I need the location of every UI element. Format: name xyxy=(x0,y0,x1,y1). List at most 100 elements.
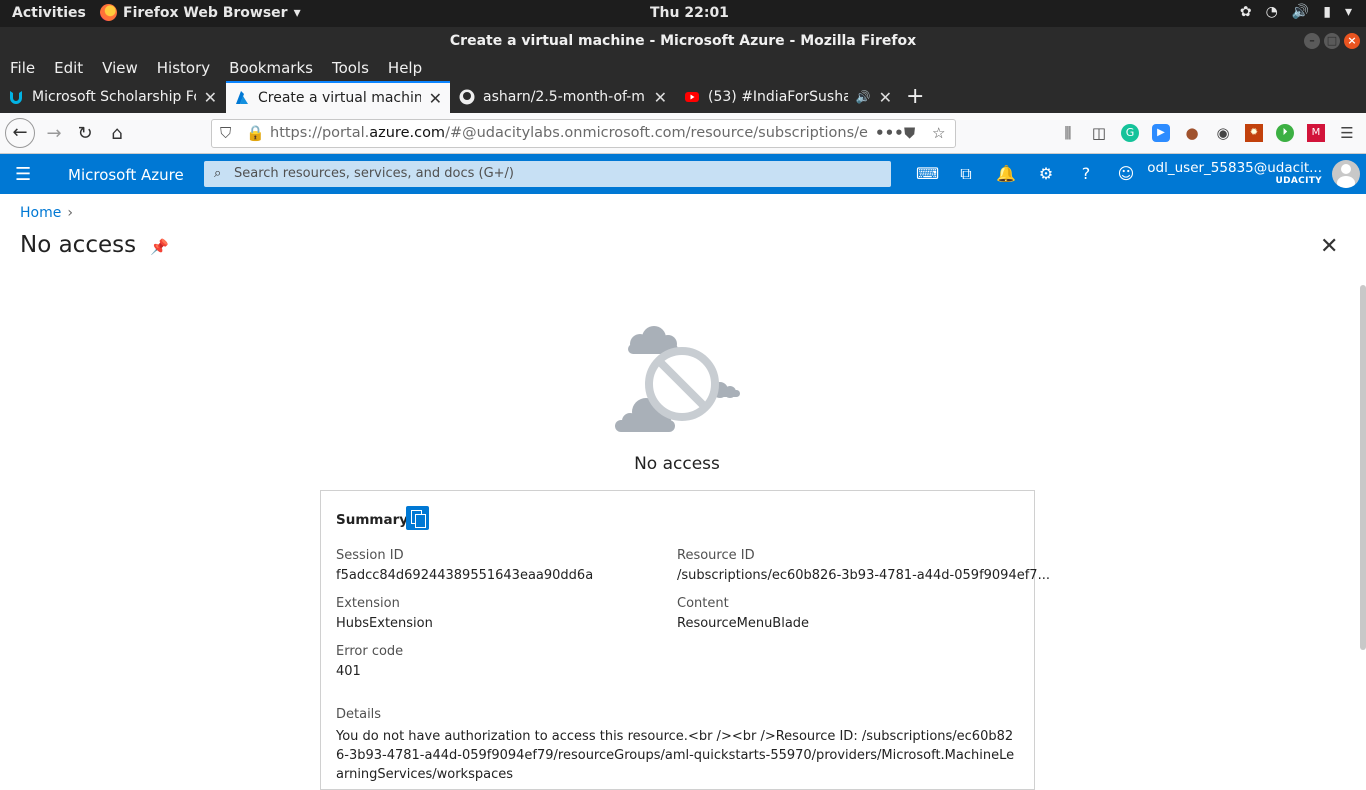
avatar[interactable] xyxy=(1332,160,1360,188)
feedback-smiley-icon[interactable]: ☺ xyxy=(1116,164,1136,184)
details-value: You do not have authorization to access … xyxy=(336,729,1015,782)
settings-gear-icon[interactable]: ⚙ xyxy=(1036,164,1056,184)
breadcrumb: Home › xyxy=(20,205,73,221)
sidebar-icon[interactable]: ◫ xyxy=(1090,124,1108,142)
home-button[interactable]: ⌂ xyxy=(103,120,131,148)
notifications-bell-icon[interactable]: 🔔 xyxy=(996,164,1016,184)
mendeley-icon[interactable]: M xyxy=(1307,124,1325,142)
gnome-top-bar: Activities Firefox Web Browser ▾ Thu 22:… xyxy=(0,0,1366,27)
tab-udacity[interactable]: Microsoft Scholarship Fo ✕ xyxy=(0,81,225,113)
url-bar[interactable]: ⛉ 🔒 https://portal.azure.com/#@udacityla… xyxy=(211,119,956,148)
resource-id-field: Resource ID /subscriptions/ec60b826-3b93… xyxy=(677,548,1050,583)
copy-button[interactable] xyxy=(406,506,429,530)
wifi-icon[interactable]: ◔ xyxy=(1266,4,1278,20)
clock[interactable]: Thu 22:01 xyxy=(650,5,729,21)
tab-strip: Microsoft Scholarship Fo ✕ Create a virt… xyxy=(0,81,1366,113)
menu-help[interactable]: Help xyxy=(388,59,422,77)
bookmark-star-icon[interactable]: ☆ xyxy=(932,120,945,147)
content-label: Content xyxy=(677,596,729,611)
app-menu[interactable]: Firefox Web Browser ▾ xyxy=(100,4,301,21)
close-icon[interactable]: ✕ xyxy=(429,89,442,108)
hamburger-menu-icon[interactable]: ☰ xyxy=(1338,124,1356,142)
portal-brand[interactable]: Microsoft Azure xyxy=(68,166,184,184)
close-icon[interactable]: ✕ xyxy=(654,88,667,107)
search-placeholder: Search resources, services, and docs (G+… xyxy=(234,166,515,181)
account-tenant: UDACITY xyxy=(1275,176,1322,186)
volume-icon[interactable]: 🔊 xyxy=(1292,4,1309,20)
speaker-icon[interactable]: 🔊 xyxy=(856,90,871,104)
lock-icon[interactable]: 🔒 xyxy=(246,120,265,147)
extension-label: Extension xyxy=(336,596,400,611)
search-icon: ⌕ xyxy=(214,166,222,181)
app-menu-label: Firefox Web Browser xyxy=(123,4,288,21)
menu-tools[interactable]: Tools xyxy=(332,59,369,77)
library-icon[interactable]: ⫼ xyxy=(1059,124,1077,142)
tab-github[interactable]: asharn/2.5-month-of-mic ✕ xyxy=(451,81,675,113)
menu-bar: File Edit View History Bookmarks Tools H… xyxy=(0,55,1366,81)
session-id-field: Session ID f5adcc84d69244389551643eaa90d… xyxy=(336,548,593,583)
chevron-down-icon: ▾ xyxy=(293,4,301,21)
system-tray[interactable]: ✿ ◔ 🔊 ▮ ▾ xyxy=(1240,4,1352,20)
close-icon[interactable]: ✕ xyxy=(204,88,217,107)
battery-icon[interactable]: ▮ xyxy=(1323,4,1331,20)
pin-icon[interactable]: 📌 xyxy=(150,238,169,256)
tracking-shield-icon[interactable]: ⛉ xyxy=(220,120,231,147)
grammarly-icon[interactable]: G xyxy=(1121,124,1139,142)
forward-button[interactable]: → xyxy=(40,120,68,148)
extension-icon[interactable]: ✹ xyxy=(1245,124,1263,142)
breadcrumb-home-link[interactable]: Home xyxy=(20,205,61,221)
help-question-icon[interactable]: ? xyxy=(1076,164,1096,184)
no-access-illustration xyxy=(615,326,740,432)
tab-azure[interactable]: Create a virtual machine ✕ xyxy=(226,81,450,113)
chevron-down-icon[interactable]: ▾ xyxy=(1345,4,1352,20)
extension-field: Extension HubsExtension xyxy=(336,596,433,631)
close-window-button[interactable]: × xyxy=(1344,33,1360,49)
back-button[interactable]: ← xyxy=(5,118,35,148)
error-code-label: Error code xyxy=(336,644,404,659)
page-actions-button[interactable]: ••• xyxy=(875,120,904,147)
tab-title: (53) #IndiaForSushant xyxy=(708,89,848,105)
menu-bookmarks[interactable]: Bookmarks xyxy=(229,59,313,77)
timer-extension-icon[interactable]: ⏵ xyxy=(1276,124,1294,142)
session-id-label: Session ID xyxy=(336,548,404,563)
reload-button[interactable]: ↻ xyxy=(71,120,99,148)
cloud-shell-icon[interactable]: ⌨ xyxy=(916,164,939,184)
menu-view[interactable]: View xyxy=(102,59,138,77)
udacity-icon xyxy=(10,91,22,104)
tab-youtube[interactable]: (53) #IndiaForSushant 🔊 ✕ xyxy=(676,81,900,113)
pocket-icon[interactable]: ⛊ xyxy=(904,120,915,147)
no-access-message: No access xyxy=(634,454,720,474)
azure-icon xyxy=(236,91,248,104)
tab-title: Create a virtual machine xyxy=(258,90,421,106)
menu-history[interactable]: History xyxy=(157,59,210,77)
menu-file[interactable]: File xyxy=(10,59,35,77)
resource-id-value: /subscriptions/ec60b826-3b93-4781-a44d-0… xyxy=(677,568,1050,583)
minimize-button[interactable]: – xyxy=(1304,33,1320,49)
new-tab-button[interactable]: + xyxy=(906,84,924,109)
directory-filter-icon[interactable]: ⧉ xyxy=(956,164,976,184)
zoom-icon[interactable]: ▶ xyxy=(1152,124,1170,142)
close-icon[interactable]: ✕ xyxy=(879,88,892,107)
session-id-value: f5adcc84d69244389551643eaa90dd6a xyxy=(336,568,594,583)
close-icon[interactable]: ✕ xyxy=(1320,234,1338,259)
scrollbar[interactable] xyxy=(1360,285,1366,650)
maximize-button[interactable]: □ xyxy=(1324,33,1340,49)
content-field: Content ResourceMenuBlade xyxy=(677,596,809,631)
error-code-value: 401 xyxy=(336,664,361,679)
url-text[interactable]: https://portal.azure.com/#@udacitylabs.o… xyxy=(270,120,868,147)
portal-menu-button[interactable]: ☰ xyxy=(15,164,31,185)
window-title: Create a virtual machine - Microsoft Azu… xyxy=(449,33,917,49)
summary-title: Summary xyxy=(336,512,409,528)
content-value: ResourceMenuBlade xyxy=(677,616,810,631)
details-label: Details xyxy=(336,707,382,722)
account-username: odl_user_55835@udacit... xyxy=(1147,160,1322,176)
indicator-icon[interactable]: ✿ xyxy=(1240,4,1252,20)
account-menu[interactable]: odl_user_55835@udacit... UDACITY xyxy=(1147,160,1322,186)
account-icon[interactable]: ◉ xyxy=(1214,124,1232,142)
page-title: No access xyxy=(20,232,137,258)
menu-edit[interactable]: Edit xyxy=(54,59,83,77)
tab-title: Microsoft Scholarship Fo xyxy=(32,89,196,105)
activities-button[interactable]: Activities xyxy=(12,5,86,21)
cookie-icon[interactable]: ● xyxy=(1183,124,1201,142)
global-search-input[interactable]: ⌕ Search resources, services, and docs (… xyxy=(204,161,891,187)
